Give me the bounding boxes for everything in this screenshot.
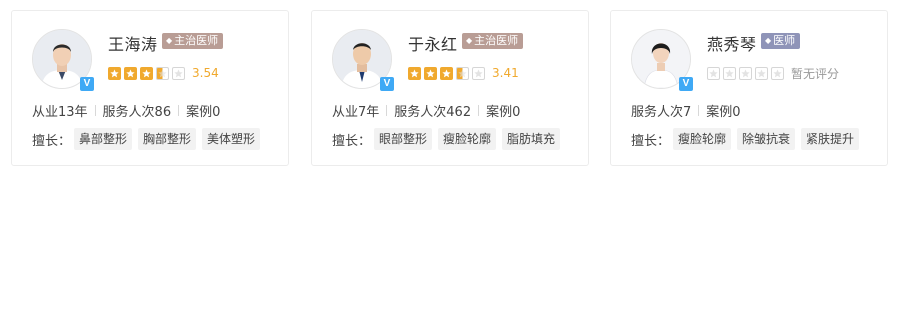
doctor-avatar[interactable]: V [32, 29, 94, 91]
rating-stars: 暂无评分 [707, 66, 840, 81]
specialty-list: 擅长： 眼部整形 瘦脸轮廓 脂肪填充 [332, 128, 566, 150]
specialty-tag[interactable]: 美体塑形 [202, 128, 261, 150]
verified-icon: V [679, 77, 693, 91]
divider [386, 105, 388, 116]
specialty-list: 擅长： 瘦脸轮廓 除皱抗衰 紧肤提升 [631, 128, 865, 150]
case-count[interactable]: 案例0 [486, 101, 520, 120]
specialty-label: 擅长： [631, 133, 671, 149]
star-icon [408, 66, 421, 80]
divider [178, 105, 180, 116]
star-icon [108, 66, 121, 80]
diamond-icon: ◆ [166, 36, 173, 45]
rating-stars: 3.41 [408, 66, 519, 80]
doctor-stats: 从业7年 服务人次462 案例0 [332, 101, 520, 120]
diamond-icon: ◆ [765, 36, 772, 45]
specialty-list: 擅长： 鼻部整形 胸部整形 美体塑形 [32, 128, 266, 150]
doctor-name[interactable]: 燕秀琴 [707, 31, 757, 55]
specialty-tag[interactable]: 脂肪填充 [502, 128, 561, 150]
specialty-tag[interactable]: 除皱抗衰 [737, 128, 796, 150]
doctor-card[interactable]: V 王海涛 ◆ 主治医师 3.54 从业13年 服务人次86 案例0 擅长： 鼻部… [11, 10, 289, 166]
specialty-tag[interactable]: 鼻部整形 [74, 128, 133, 150]
star-icon [440, 66, 453, 80]
doctor-card[interactable]: V 燕秀琴 ◆ 医师 暂无评分 服务人次7 案例0 擅长： 瘦脸轮廓 除皱抗衰 紧… [610, 10, 888, 166]
rating-score: 3.54 [192, 66, 219, 80]
doctor-card[interactable]: V 于永红 ◆ 主治医师 3.41 从业7年 服务人次462 案例0 擅长： 眼部… [311, 10, 589, 166]
specialty-label: 擅长： [32, 133, 72, 149]
rating-score: 3.41 [492, 66, 519, 80]
doctor-stats: 服务人次7 案例0 [631, 101, 741, 120]
specialty-tag[interactable]: 眼部整形 [374, 128, 433, 150]
half-star-icon [456, 66, 469, 80]
service-count: 服务人次86 [102, 105, 172, 120]
divider [478, 105, 480, 116]
specialty-label: 擅长： [332, 133, 372, 149]
empty-star-icon [707, 66, 720, 80]
half-star-icon [156, 66, 169, 80]
star-icon [124, 66, 137, 80]
doctor-title-badge: ◆ 主治医师 [462, 33, 524, 49]
service-count: 服务人次462 [394, 105, 472, 120]
specialty-tag[interactable]: 瘦脸轮廓 [673, 128, 732, 150]
doctor-name[interactable]: 王海涛 [108, 31, 158, 55]
rating-stars: 3.54 [108, 66, 219, 80]
no-rating-text: 暂无评分 [791, 66, 840, 81]
doctor-avatar[interactable]: V [631, 29, 693, 91]
diamond-icon: ◆ [466, 36, 473, 45]
case-count[interactable]: 案例0 [706, 101, 740, 120]
doctor-name[interactable]: 于永红 [408, 31, 458, 55]
verified-icon: V [80, 77, 94, 91]
empty-star-icon [755, 66, 768, 80]
specialty-tag[interactable]: 瘦脸轮廓 [438, 128, 497, 150]
doctor-card-list: V 王海涛 ◆ 主治医师 3.54 从业13年 服务人次86 案例0 擅长： 鼻部… [11, 10, 891, 168]
empty-star-icon [771, 66, 784, 80]
specialty-tag[interactable]: 紧肤提升 [801, 128, 860, 150]
empty-star-icon [739, 66, 752, 80]
empty-star-icon [723, 66, 736, 80]
star-icon [424, 66, 437, 80]
star-icon [140, 66, 153, 80]
divider [698, 105, 700, 116]
experience-years: 从业13年 [32, 105, 88, 120]
doctor-avatar[interactable]: V [332, 29, 394, 91]
empty-star-icon [472, 66, 485, 80]
experience-years: 从业7年 [332, 105, 380, 120]
specialty-tag[interactable]: 胸部整形 [138, 128, 197, 150]
divider [94, 105, 96, 116]
service-count: 服务人次7 [631, 105, 692, 120]
verified-icon: V [380, 77, 394, 91]
doctor-stats: 从业13年 服务人次86 案例0 [32, 101, 220, 120]
doctor-title-badge: ◆ 主治医师 [162, 33, 224, 49]
empty-star-icon [172, 66, 185, 80]
doctor-title-badge: ◆ 医师 [761, 33, 801, 49]
case-count[interactable]: 案例0 [186, 101, 220, 120]
